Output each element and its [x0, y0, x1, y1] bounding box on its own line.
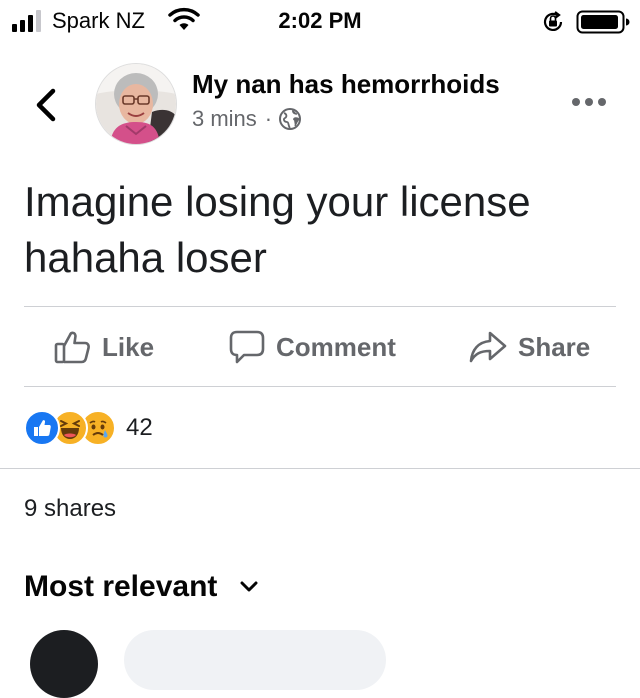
sort-label: Most relevant	[24, 570, 218, 603]
post-text: Imagine losing your license hahaha loser	[24, 178, 531, 281]
like-label: Like	[102, 331, 155, 362]
share-count[interactable]: 9 shares	[24, 495, 116, 523]
commenter-avatar[interactable]	[30, 630, 98, 698]
comment-button[interactable]: Comment	[228, 328, 396, 366]
divider	[24, 386, 616, 387]
like-button[interactable]: Like	[54, 328, 154, 366]
speech-bubble-icon	[229, 330, 265, 364]
reactions-summary[interactable]: 42	[24, 410, 153, 446]
chevron-down-icon	[240, 581, 258, 592]
meta-separator: ·	[264, 106, 273, 131]
share-label: Share	[518, 331, 591, 362]
back-button[interactable]	[34, 88, 58, 127]
globe-icon	[279, 108, 302, 130]
more-options-button[interactable]	[572, 98, 606, 106]
reaction-count: 42	[126, 414, 153, 441]
comment-bubble[interactable]	[124, 630, 386, 690]
status-bar: Spark NZ 2:02 PM	[0, 0, 640, 44]
comment-sort-dropdown[interactable]: Most relevant	[24, 570, 259, 604]
chevron-left-icon	[36, 88, 56, 122]
divider	[24, 306, 616, 307]
divider	[0, 468, 640, 469]
like-reaction-icon	[24, 410, 60, 446]
comment-label: Comment	[276, 331, 396, 362]
author-avatar[interactable]	[96, 64, 176, 144]
share-arrow-icon	[469, 331, 507, 363]
post-meta: 3 mins ·	[192, 106, 302, 132]
author-name[interactable]: My nan has hemorrhoids	[192, 69, 500, 100]
share-button[interactable]: Share	[468, 328, 590, 366]
thumbs-up-icon	[54, 331, 90, 364]
post-time: 3 mins	[192, 106, 257, 131]
rotation-lock-icon	[540, 9, 566, 40]
battery-icon	[576, 9, 632, 40]
